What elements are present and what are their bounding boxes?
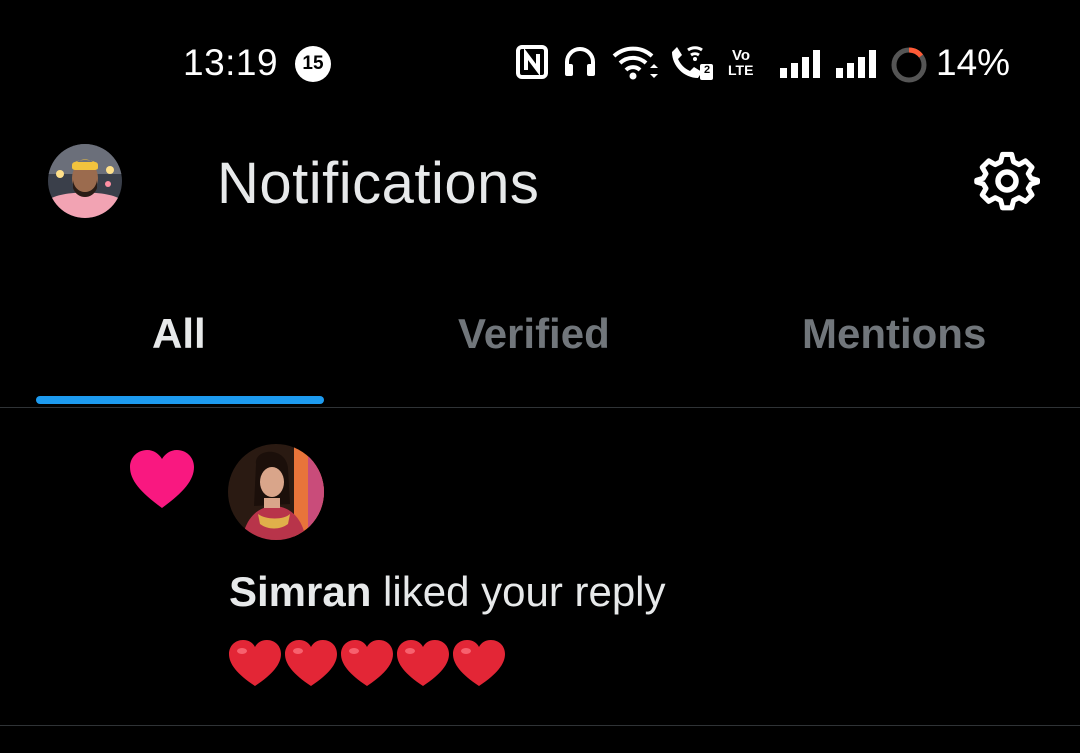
avatar-image bbox=[228, 444, 324, 540]
nfc-icon bbox=[516, 45, 548, 79]
red-heart-icon bbox=[341, 640, 393, 686]
tab-verified[interactable]: Verified bbox=[458, 310, 610, 358]
red-heart-icon bbox=[453, 640, 505, 686]
avatar-image bbox=[48, 144, 122, 218]
tab-divider bbox=[0, 407, 1080, 408]
user-avatar[interactable] bbox=[228, 444, 324, 540]
profile-avatar[interactable] bbox=[48, 144, 122, 218]
active-tab-indicator bbox=[36, 396, 324, 404]
notification-action: liked your reply bbox=[371, 568, 666, 615]
signal-icon bbox=[836, 50, 876, 78]
volte-label-top: Vo bbox=[732, 47, 751, 64]
page-title: Notifications bbox=[217, 151, 540, 216]
tab-mentions[interactable]: Mentions bbox=[802, 310, 986, 358]
volte-label-bottom: LTE bbox=[728, 62, 754, 78]
battery-icon bbox=[891, 47, 927, 83]
tab-all[interactable]: All bbox=[152, 310, 206, 358]
settings-gear-icon[interactable] bbox=[974, 148, 1040, 214]
wifi-calling-sim-label: 2 bbox=[704, 64, 711, 76]
wifi-icon bbox=[612, 46, 658, 80]
red-heart-icon bbox=[229, 640, 281, 686]
status-bar: 13:19 15 2 Vo LTE 14% bbox=[0, 0, 1080, 120]
notification-user-name[interactable]: Simran bbox=[229, 568, 371, 615]
wifi-calling-icon bbox=[672, 46, 713, 80]
notification-count-badge: 15 bbox=[295, 46, 331, 82]
battery-percent: 14% bbox=[936, 42, 1011, 83]
headphones-icon bbox=[565, 47, 595, 76]
status-time: 13:19 bbox=[183, 42, 279, 83]
red-heart-icon bbox=[285, 640, 337, 686]
signal-icon bbox=[780, 50, 820, 78]
reply-emoji-hearts: ❤️❤️❤️❤️❤️ bbox=[229, 640, 505, 688]
notification-text: Simran liked your reply bbox=[229, 568, 666, 616]
like-heart-icon bbox=[130, 450, 194, 508]
notification-divider bbox=[0, 725, 1080, 726]
volte-icon: Vo LTE bbox=[728, 48, 768, 82]
red-heart-icon bbox=[397, 640, 449, 686]
